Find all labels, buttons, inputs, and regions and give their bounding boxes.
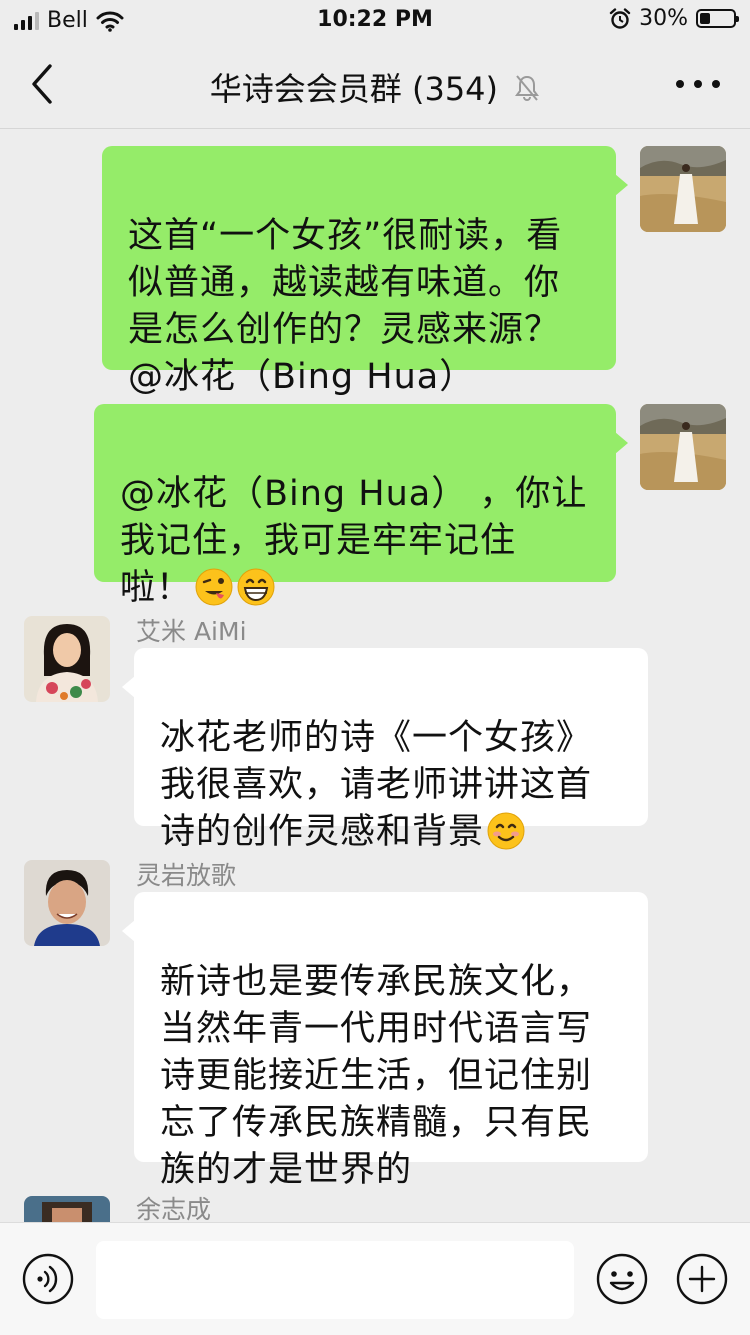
status-bar: Bell 10:22 PM 30% (0, 0, 750, 40)
battery-fill (700, 13, 710, 24)
input-bar (0, 1222, 750, 1335)
woman-in-white-dress-avatar-icon (640, 404, 726, 490)
chat-header: 华诗会会员群 (354) (0, 40, 750, 129)
sender-name: 余志成 (136, 1195, 212, 1224)
woman-in-white-dress-avatar-icon (640, 146, 726, 232)
mute-bell-icon (514, 72, 540, 110)
my-avatar[interactable] (640, 146, 726, 232)
dot-icon (694, 80, 702, 88)
winking-tongue-emoji-icon (194, 567, 234, 607)
message-bubble[interactable]: @冰花（Bing Hua） ，你让 我记住，我可是牢牢记住 啦！ (94, 404, 628, 608)
sender-avatar[interactable] (24, 616, 110, 702)
dot-icon (676, 80, 684, 88)
man-portrait-avatar-icon (24, 860, 110, 946)
voice-input-button[interactable] (22, 1253, 74, 1305)
chat-title-wrap: 华诗会会员群 (354) (0, 64, 750, 110)
grinning-emoji-icon (236, 567, 276, 607)
sender-name: 艾米 AiMi (136, 617, 247, 646)
message-bubble[interactable]: 这首“一个女孩”很耐读，看 似普通，越读越有味道。你 是怎么创作的？灵感来源？ … (102, 146, 628, 397)
sender-name: 灵岩放歌 (136, 861, 237, 890)
emoji-button[interactable] (596, 1253, 648, 1305)
more-functions-button[interactable] (676, 1253, 728, 1305)
my-avatar[interactable] (640, 404, 726, 490)
battery-percent: 30% (639, 6, 688, 31)
message-text: 冰花老师的诗《一个女孩》 我很喜欢，请老师讲讲这首 诗的创作灵感和背景 (160, 718, 593, 852)
man-partial-avatar-icon (24, 1196, 110, 1222)
message-text: 新诗也是要传承民族文化， 当然年青一代用时代语言写 诗更能接近生活，但记住别 忘… (160, 962, 593, 1190)
message-text: @冰花（Bing Hua） ，你让 我记住，我可是牢牢记住 啦！ (120, 474, 588, 608)
more-options-button[interactable] (676, 70, 720, 98)
message-bubble[interactable]: 冰花老师的诗《一个女孩》 我很喜欢，请老师讲讲这首 诗的创作灵感和背景 (122, 648, 648, 852)
status-right: 30% (609, 6, 739, 31)
voice-icon (22, 1253, 74, 1305)
smiling-blush-emoji-icon (486, 811, 526, 851)
message-text: 这首“一个女孩”很耐读，看 似普通，越读越有味道。你 是怎么创作的？灵感来源？ … (128, 216, 563, 397)
battery-icon (696, 9, 739, 28)
plus-circle-icon (676, 1253, 728, 1305)
smiley-face-icon (596, 1253, 648, 1305)
message-bubble[interactable]: 新诗也是要传承民族文化， 当然年青一代用时代语言写 诗更能接近生活，但记住别 忘… (122, 892, 648, 1190)
alarm-clock-icon (609, 7, 631, 29)
sender-avatar[interactable] (24, 860, 110, 946)
sender-avatar[interactable] (24, 1196, 110, 1222)
message-input[interactable] (96, 1241, 574, 1319)
chat-title: 华诗会会员群 (354) (209, 70, 499, 108)
dot-icon (712, 80, 720, 88)
woman-floral-avatar-icon (24, 616, 110, 702)
